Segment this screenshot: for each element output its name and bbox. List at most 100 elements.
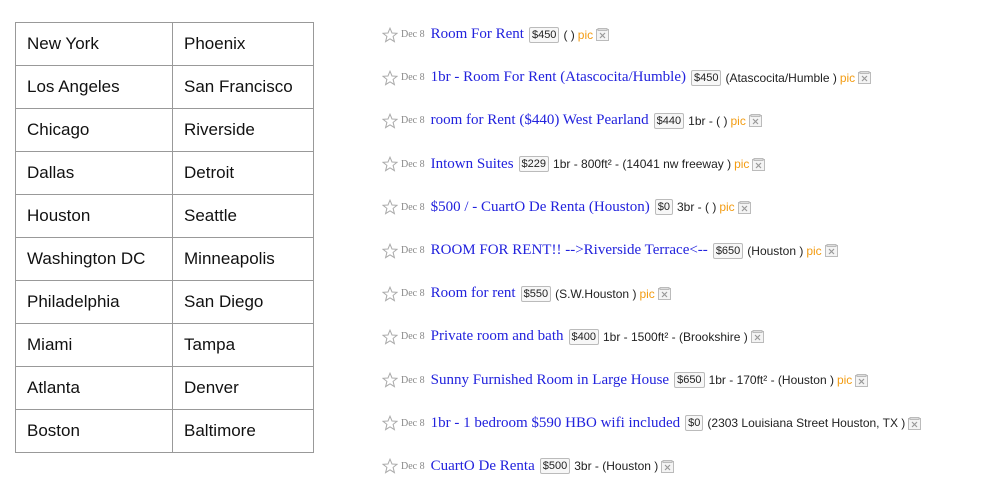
city-table: New York Phoenix Los Angeles San Francisco C… [15,22,314,453]
city-link[interactable]: Phoenix [172,22,314,66]
city-link[interactable]: Atlanta [15,366,173,410]
city-row: Miami Tampa [15,323,314,367]
city-link[interactable]: San Diego [172,280,314,324]
city-link[interactable]: San Francisco [172,65,314,109]
city-link[interactable]: Tampa [172,323,314,367]
listing-title-link[interactable]: Intown Suites [431,156,514,173]
listing-location: 3br - (Houston ) [574,459,659,474]
listing-row: Dec 8 room for Rent ($440) West Pearland $… [381,99,1002,142]
listing-date: Dec 8 [401,115,425,127]
city-link[interactable]: Chicago [15,108,173,152]
hide-x-icon[interactable] [855,373,869,387]
listing-price: $650 [674,372,705,389]
city-row: Los Angeles San Francisco [15,65,314,109]
hide-x-icon[interactable] [752,157,766,171]
listing-date: Dec 8 [401,201,425,213]
star-outline-icon[interactable] [381,26,399,43]
star-outline-icon[interactable] [381,285,399,302]
listing-location: 1br - 170ft² - (Houston ) [708,373,834,388]
listing-row: Dec 8 ROOM FOR RENT!! -->Riverside Terrac… [381,229,1002,272]
city-row: Philadelphia San Diego [15,280,314,324]
city-link[interactable]: Dallas [15,151,173,195]
listing-price: $500 [539,458,571,475]
city-link[interactable]: Detroit [172,151,314,195]
city-link[interactable]: New York [15,22,173,66]
listing-date: Dec 8 [401,288,425,300]
hide-x-icon[interactable] [748,114,762,128]
listing-date: Dec 8 [401,245,425,257]
city-row: Washington DC Minneapolis [15,237,314,281]
listing-row: Dec 8 CuartO De Renta $500 3br - (Houston ) [381,445,1002,488]
hide-x-icon[interactable] [596,28,610,42]
listing-pic-tag: pic [734,157,750,172]
city-row: Houston Seattle [15,194,314,238]
listing-row: Dec 8 Intown Suites $229 1br - 800ft² - (14… [381,143,1002,186]
listing-pic-tag: pic [730,113,746,128]
hide-x-icon[interactable] [661,459,675,473]
city-link[interactable]: Riverside [172,108,314,152]
star-outline-icon[interactable] [381,199,399,216]
city-link[interactable]: Seattle [172,194,314,238]
listing-price: $0 [654,199,673,216]
listing-title-link[interactable]: $500 / - CuartO De Renta (Houston) [431,199,650,216]
hide-x-icon[interactable] [908,416,922,430]
listing-title-link[interactable]: 1br - 1 bedroom $590 HBO wifi included [431,415,681,432]
listing-title-link[interactable]: Private room and bath [431,328,564,345]
city-link[interactable]: Washington DC [15,237,173,281]
city-link[interactable]: Denver [172,366,314,410]
city-link[interactable]: Baltimore [172,409,314,453]
hide-x-icon[interactable] [750,330,764,344]
listing-location: (S.W.Houston ) [555,286,637,301]
listing-price: $650 [712,242,744,259]
listing-title-link[interactable]: ROOM FOR RENT!! -->Riverside Terrace<-- [431,242,708,259]
listing-pic-tag: pic [836,373,853,388]
listing-title-link[interactable]: Room for rent [431,285,516,302]
listing-location: 1br - ( ) [688,113,728,128]
listing-location: 3br - ( ) [677,200,717,215]
listing-date: Dec 8 [401,331,425,343]
listing-pic-tag: pic [719,200,735,215]
city-link[interactable]: Boston [15,409,173,453]
listing-date: Dec 8 [401,374,425,386]
city-link[interactable]: Houston [15,194,173,238]
star-outline-icon[interactable] [381,328,399,345]
city-row: Chicago Riverside [15,108,314,152]
star-outline-icon[interactable] [381,69,399,86]
listing-title-link[interactable]: CuartO De Renta [431,458,535,475]
listing-title-link[interactable]: Room For Rent [431,26,524,43]
star-outline-icon[interactable] [381,371,399,388]
city-link[interactable]: Philadelphia [15,280,173,324]
listing-row: Dec 8 Sunny Furnished Room in Large House… [381,359,1002,402]
city-link[interactable]: Los Angeles [15,65,173,109]
listing-location: (Atascocita/Humble ) [725,70,837,85]
listing-title-link[interactable]: Sunny Furnished Room in Large House [431,372,669,389]
city-link[interactable]: Miami [15,323,173,367]
hide-x-icon[interactable] [737,200,751,214]
listing-location: 1br - 800ft² - (14041 nw freeway ) [553,157,732,172]
listing-price: $400 [568,328,599,345]
listing-location: (Houston ) [747,243,804,258]
hide-x-icon[interactable] [858,71,872,85]
listing-location: 1br - 1500ft² - (Brookshire ) [602,329,748,344]
listing-price: $0 [685,415,704,432]
star-outline-icon[interactable] [381,415,399,431]
listing-title-link[interactable]: 1br - Room For Rent (Atascocita/Humble) [431,69,686,86]
star-outline-icon[interactable] [381,156,399,172]
listing-price: $450 [690,69,722,86]
listing-pic-tag: pic [839,70,856,85]
star-outline-icon[interactable] [381,112,399,129]
city-link[interactable]: Minneapolis [172,237,314,281]
hide-x-icon[interactable] [824,244,838,258]
listing-row: Dec 8 1br - Room For Rent (Atascocita/Hum… [381,56,1002,99]
hide-x-icon[interactable] [657,287,671,301]
listing-title-link[interactable]: room for Rent ($440) West Pearland [431,112,649,129]
star-outline-icon[interactable] [381,458,399,475]
listing-price: $550 [520,285,552,302]
listing-date: Dec 8 [401,72,425,84]
listing-pic-tag: pic [806,243,822,258]
listing-pic-tag: pic [577,27,594,42]
listing-date: Dec 8 [401,417,425,429]
star-outline-icon[interactable] [381,242,399,259]
listing-price: $229 [518,156,550,173]
city-row: New York Phoenix [15,22,314,66]
